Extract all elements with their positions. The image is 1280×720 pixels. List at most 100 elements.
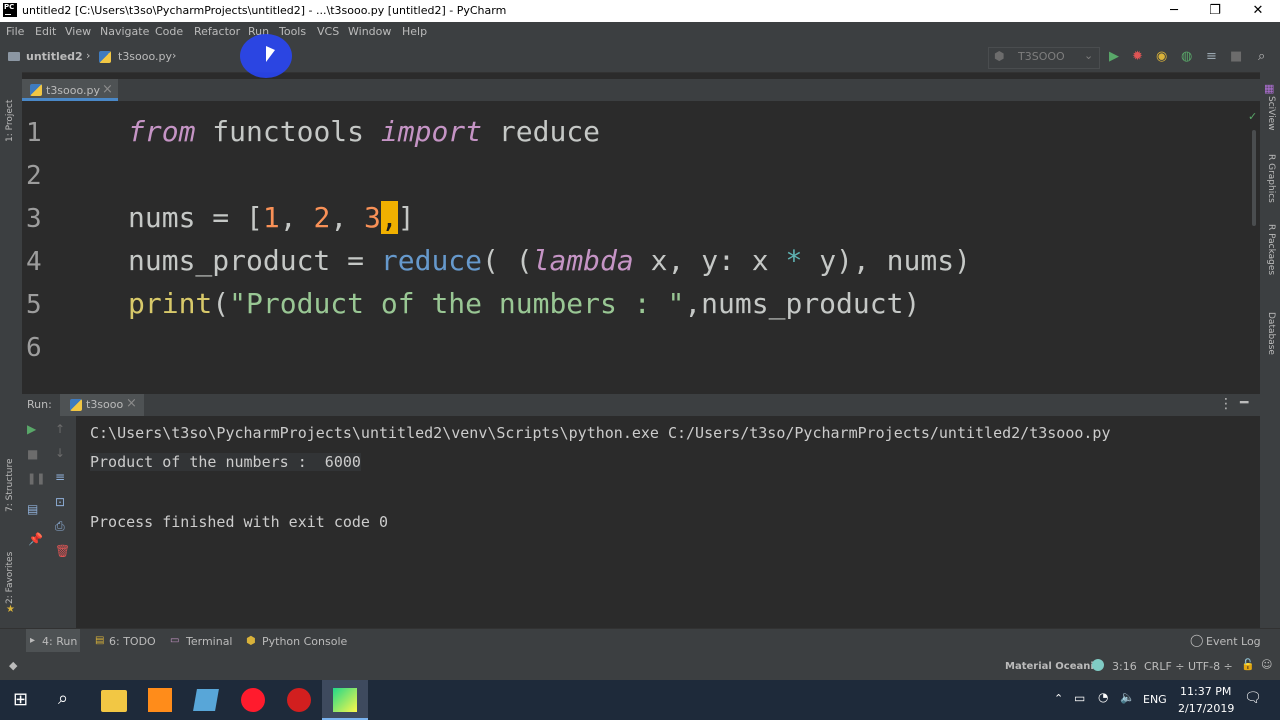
action-center-icon[interactable]: 🗨 (1244, 690, 1262, 706)
opera-browser-icon[interactable] (241, 688, 265, 712)
caret-position[interactable]: 3:16 (1112, 660, 1137, 673)
notepad-icon[interactable] (193, 689, 219, 711)
operator: * (785, 244, 803, 277)
minimize-button[interactable]: ─ (1152, 0, 1196, 22)
number-literal: 2 (313, 201, 331, 234)
up-arrow-icon[interactable]: ↑ (55, 422, 65, 436)
recorder-icon[interactable] (287, 688, 311, 712)
r-packages-tool-button[interactable]: R Packages (1266, 224, 1276, 275)
menu-tools[interactable]: Tools (279, 25, 306, 38)
python-file-icon (70, 399, 82, 411)
keyword-lambda: lambda (532, 244, 634, 277)
module-name: functools (195, 115, 381, 148)
trash-icon[interactable]: 🗑 (55, 544, 70, 558)
run-config-label: T3SOOO (1018, 50, 1065, 63)
todo-tool-button[interactable]: 6: TODO (109, 635, 156, 648)
menu-code[interactable]: Code (155, 25, 183, 38)
chevron-up-icon[interactable]: ⌃ (1054, 692, 1063, 705)
file-encoding[interactable]: UTF-8 ÷ (1188, 660, 1233, 673)
run-icon[interactable]: ▶ (1109, 50, 1119, 64)
run-console[interactable]: C:\Users\t3so\PycharmProjects\untitled2\… (76, 416, 1260, 628)
volume-icon[interactable]: 🔈 (1120, 690, 1135, 704)
line-number: 2 (26, 161, 42, 191)
scroll-to-end-icon[interactable]: ⊡ (55, 495, 65, 509)
menu-vcs[interactable]: VCS (317, 25, 339, 38)
breadcrumb-file[interactable]: t3sooo.py (118, 50, 172, 63)
r-graphics-tool-button[interactable]: R Graphics (1266, 154, 1276, 203)
restore-button[interactable]: ❐ (1193, 0, 1237, 22)
search-everywhere-icon[interactable]: ⌕ (1258, 50, 1265, 64)
code-rest: ,nums_product) (684, 287, 921, 320)
line-number: 1 (26, 118, 42, 148)
layers-icon[interactable]: ◆ (9, 659, 17, 672)
battery-icon[interactable]: ▭ (1074, 691, 1085, 705)
code-editor[interactable]: 1 2 3 4 5 6 from functools import reduce… (22, 110, 1257, 372)
down-arrow-icon[interactable]: ↓ (55, 446, 65, 460)
network-icon[interactable]: ◔ (1098, 690, 1108, 704)
menu-edit[interactable]: Edit (35, 25, 56, 38)
menu-help[interactable]: Help (402, 25, 427, 38)
structure-tool-button[interactable]: 7: Structure (5, 459, 15, 513)
checkmark-icon: ✓ (1248, 110, 1258, 123)
sciview-tool-button[interactable]: SciView (1266, 96, 1276, 131)
notifications-icon[interactable]: ☺ (1261, 658, 1272, 671)
input-language[interactable]: ENG (1143, 693, 1167, 706)
settings-menu-icon[interactable]: ⋮ (1219, 396, 1233, 412)
line-number: 4 (26, 247, 42, 277)
concurrency-icon[interactable]: ≡ (1206, 50, 1217, 64)
event-log-button[interactable]: Event Log (1206, 635, 1261, 648)
stop-icon[interactable]: ■ (1230, 50, 1242, 64)
line-number: 3 (26, 204, 42, 234)
menu-window[interactable]: Window (348, 25, 391, 38)
clock-time[interactable]: 11:37 PM (1180, 685, 1231, 698)
search-icon[interactable]: ⌕ (58, 688, 68, 709)
bracket: [ (246, 201, 263, 234)
menu-file[interactable]: File (6, 25, 24, 38)
menu-view[interactable]: View (65, 25, 91, 38)
pin-icon[interactable]: 📌 (28, 532, 43, 546)
file-explorer-icon[interactable] (101, 690, 127, 712)
menu-refactor[interactable]: Refactor (194, 25, 240, 38)
clock-date[interactable]: 2/17/2019 (1178, 702, 1234, 715)
line-separator[interactable]: CRLF ÷ (1144, 660, 1185, 673)
run-tab-label: t3sooo (86, 398, 124, 411)
tab-close-icon[interactable]: × (102, 82, 113, 97)
windows-start-icon[interactable]: ⊞ (13, 689, 28, 710)
code-line-5: print("Product of the numbers : ",nums_p… (128, 287, 920, 320)
debug-icon[interactable]: ✹ (1132, 50, 1143, 64)
editor-tab[interactable]: t3sooo.py × (22, 79, 118, 101)
print-icon[interactable]: ⎙ (55, 519, 65, 534)
line-number: 5 (26, 290, 42, 320)
theme-name[interactable]: Material Oceanic (1005, 661, 1100, 672)
favorites-tool-button[interactable]: 2: Favorites (5, 552, 15, 604)
database-tool-button[interactable]: Database (1266, 312, 1276, 355)
menu-bar: File Edit View Navigate Code Refactor Ru… (0, 22, 1280, 42)
code-line-1: from functools import reduce (128, 115, 600, 148)
code-line-3: nums = [1, 2, 3,] (128, 201, 415, 234)
terminal-tool-button[interactable]: Terminal (186, 635, 233, 648)
close-button[interactable]: ✕ (1236, 0, 1280, 22)
editor-scrollbar[interactable] (1252, 130, 1256, 226)
mouse-pointer-icon (266, 46, 275, 62)
sciview-icon: ▦ (1264, 82, 1275, 95)
profile-icon[interactable]: ◍ (1181, 50, 1192, 64)
project-tool-button[interactable]: 1: Project (5, 100, 15, 142)
pycharm-logo-icon: PC (3, 3, 17, 17)
lock-icon[interactable]: 🔓 (1241, 658, 1255, 671)
stop-icon[interactable]: ■ (27, 447, 38, 461)
menu-navigate[interactable]: Navigate (100, 25, 149, 38)
breadcrumb-project[interactable]: untitled2 (26, 50, 83, 63)
tab-close-icon[interactable]: × (126, 396, 137, 411)
python-console-tool-button[interactable]: Python Console (262, 635, 347, 648)
hide-panel-icon[interactable]: ━ (1240, 395, 1248, 411)
rerun-icon[interactable]: ▶ (27, 422, 36, 436)
status-bar: ◆ Material Oceanic 3:16 CRLF ÷ UTF-8 ÷ 🔓… (0, 652, 1280, 680)
sublime-text-icon[interactable] (148, 688, 172, 712)
soft-wrap-icon[interactable]: ≡ (55, 470, 65, 484)
pause-icon[interactable]: ❚❚ (27, 472, 45, 485)
chevron-down-icon: ⌄ (1084, 49, 1094, 62)
restore-layout-icon[interactable]: ▤ (27, 502, 38, 516)
coverage-icon[interactable]: ◉ (1156, 50, 1167, 64)
chevron-right-icon: › (86, 49, 91, 62)
assign-target: nums_product = (128, 244, 381, 277)
